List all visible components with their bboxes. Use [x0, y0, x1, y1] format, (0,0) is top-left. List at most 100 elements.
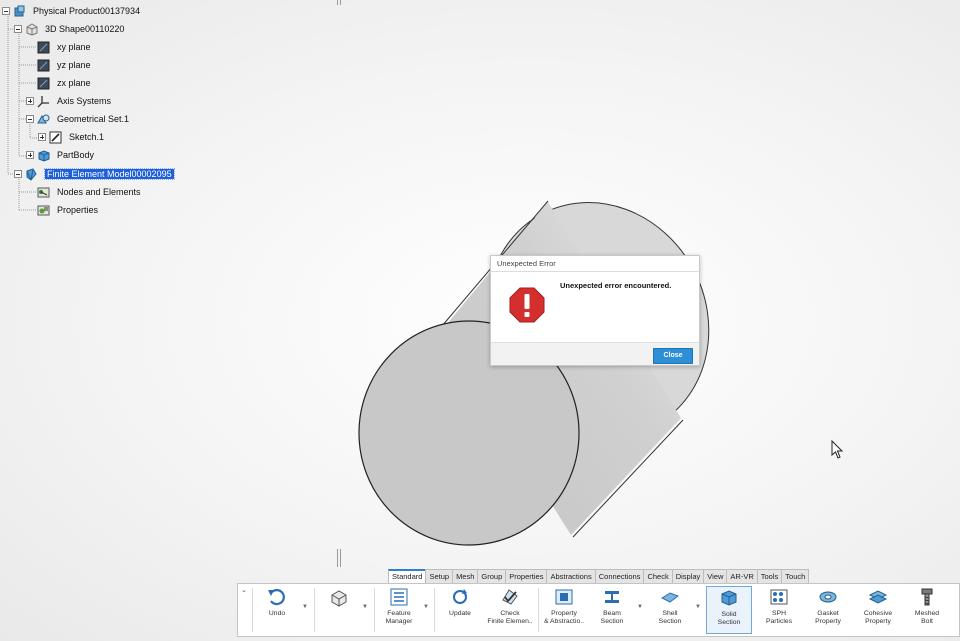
meshed-bolt-button[interactable]: Meshed Bolt — [908, 586, 946, 634]
product-icon — [14, 5, 25, 16]
tree-item-axis-systems[interactable]: Axis Systems — [26, 93, 111, 109]
undo-button[interactable]: Undo — [260, 586, 294, 634]
tree-item-label: xy plane — [57, 42, 91, 52]
tab-group[interactable]: Group — [477, 569, 507, 583]
expand-icon[interactable] — [26, 97, 34, 105]
property-abstraction-button[interactable]: Property & Abstractio.. — [541, 586, 587, 634]
tree-item-label: yz plane — [57, 60, 91, 70]
check-fe-icon — [502, 589, 518, 605]
check-finite-element-button[interactable]: Check Finite Elemen.. — [484, 586, 536, 634]
property-icon — [555, 589, 573, 605]
chevron-down-icon[interactable]: ▼ — [302, 604, 308, 610]
tree-item-yz-plane[interactable]: yz plane — [37, 57, 91, 73]
ribbon-tabs: Standard Setup Mesh Group Properties Abs… — [388, 569, 810, 583]
tree-item-zx-plane[interactable]: zx plane — [37, 75, 91, 91]
dialog-message: Unexpected error encountered. — [560, 281, 672, 290]
expand-icon[interactable] — [26, 151, 34, 159]
collapse-icon[interactable] — [14, 25, 22, 33]
tree-item-geometrical-set[interactable]: Geometrical Set.1 — [26, 111, 129, 127]
splitter-grip-top[interactable] — [337, 0, 338, 5]
finite-element-model-icon — [26, 167, 37, 181]
geometrical-set-icon — [37, 114, 50, 123]
beam-section-button[interactable]: Beam Section — [594, 586, 630, 634]
tree-item-label: Finite Element Model00002095 — [44, 168, 175, 180]
partbody-icon — [38, 149, 50, 162]
tree-item-partbody[interactable]: PartBody — [26, 147, 94, 163]
splitter-grip-bottom — [340, 549, 341, 567]
tab-check[interactable]: Check — [643, 569, 673, 583]
sph-particles-icon — [770, 589, 788, 605]
collapse-icon[interactable] — [14, 170, 22, 178]
splitter-grip-bottom[interactable] — [337, 549, 338, 567]
update-icon — [453, 589, 467, 604]
tab-connections[interactable]: Connections — [594, 569, 645, 583]
tree-item-label: Sketch.1 — [69, 132, 105, 142]
tree-item-label: Properties — [57, 205, 99, 215]
axis-system-icon — [37, 95, 49, 107]
dialog-title: Unexpected Error — [491, 256, 699, 272]
tree-item-sketch[interactable]: Sketch.1 — [38, 129, 104, 145]
plane-icon — [37, 41, 50, 53]
cohesive-property-button[interactable]: Cohesive Property — [856, 586, 900, 634]
mouse-cursor-icon — [831, 440, 844, 459]
tab-ar-vr[interactable]: AR-VR — [726, 569, 758, 583]
collapse-icon[interactable] — [26, 115, 34, 123]
expand-icon[interactable] — [38, 133, 46, 141]
tab-mesh[interactable]: Mesh — [452, 569, 479, 583]
tree-item-properties[interactable]: Properties — [37, 202, 98, 218]
cohesive-property-icon — [868, 590, 888, 604]
tree-item-finite-element-model[interactable]: Finite Element Model00002095 — [14, 166, 175, 182]
feature-manager-icon — [390, 588, 408, 606]
ribbon-toolbar: ⌄ Undo ▼ ▼ Feature Manager ▼ Update Chec… — [237, 583, 960, 637]
tree-item-label: Nodes and Elements — [57, 187, 141, 197]
tab-properties[interactable]: Properties — [505, 569, 548, 583]
meshed-bolt-icon — [921, 588, 933, 606]
tree-item-physical-product[interactable]: Physical Product00137934 — [2, 3, 140, 19]
plane-icon — [37, 77, 50, 89]
chevron-down-icon[interactable]: ▼ — [695, 604, 701, 610]
solid-section-button[interactable]: Solid Section — [706, 586, 752, 634]
tree-item-nodes-and-elements[interactable]: Nodes and Elements — [37, 184, 141, 200]
sph-particles-button[interactable]: SPH Particles — [760, 586, 798, 634]
chevron-down-icon[interactable]: ▼ — [362, 604, 368, 610]
tree-item-label: Geometrical Set.1 — [57, 114, 130, 124]
part-shape-icon — [331, 590, 347, 607]
nodes-elements-icon — [37, 187, 50, 197]
gasket-property-button[interactable]: Gasket Property — [808, 586, 848, 634]
chevron-down-icon[interactable]: ▼ — [637, 604, 643, 610]
tree-item-3d-shape[interactable]: 3D Shape00110220 — [14, 21, 124, 37]
undo-icon — [268, 589, 285, 606]
tab-touch[interactable]: Touch — [781, 569, 810, 583]
shell-section-button[interactable]: Shell Section — [652, 586, 688, 634]
collapse-icon[interactable] — [2, 7, 10, 15]
tree-item-xy-plane[interactable]: xy plane — [37, 39, 91, 55]
update-button[interactable]: Update — [442, 586, 478, 634]
shell-section-icon — [660, 592, 680, 603]
tab-display[interactable]: Display — [671, 569, 705, 583]
tab-standard[interactable]: Standard — [388, 569, 427, 583]
solid-section-icon — [721, 590, 737, 606]
tree-item-label: PartBody — [57, 150, 95, 160]
gasket-property-icon — [819, 591, 837, 603]
beam-section-icon — [605, 591, 619, 603]
tab-tools[interactable]: Tools — [756, 569, 783, 583]
feature-manager-button[interactable]: Feature Manager — [380, 586, 418, 634]
chevron-down-icon[interactable]: ▼ — [423, 604, 429, 610]
error-dialog: Unexpected Error Unexpected error encoun… — [490, 255, 700, 366]
plane-icon — [37, 59, 50, 71]
sketch-icon — [49, 131, 62, 143]
tab-abstractions[interactable]: Abstractions — [546, 569, 596, 583]
tree-item-label: Physical Product00137934 — [33, 6, 141, 16]
chevron-down-icon[interactable]: ⌄ — [241, 586, 247, 594]
3d-cylinder-model[interactable] — [350, 190, 720, 550]
specification-tree: Physical Product00137934 3D Shape0011022… — [0, 0, 240, 230]
tab-view[interactable]: View — [703, 569, 728, 583]
tree-item-label: 3D Shape00110220 — [45, 24, 125, 34]
3d-shape-icon — [26, 22, 38, 36]
close-button[interactable]: Close — [653, 348, 693, 364]
tree-item-label: zx plane — [57, 78, 91, 88]
tab-setup[interactable]: Setup — [425, 569, 454, 583]
splitter-grip-top — [340, 0, 341, 5]
error-icon — [509, 287, 545, 323]
part-shape-button[interactable] — [324, 586, 354, 634]
